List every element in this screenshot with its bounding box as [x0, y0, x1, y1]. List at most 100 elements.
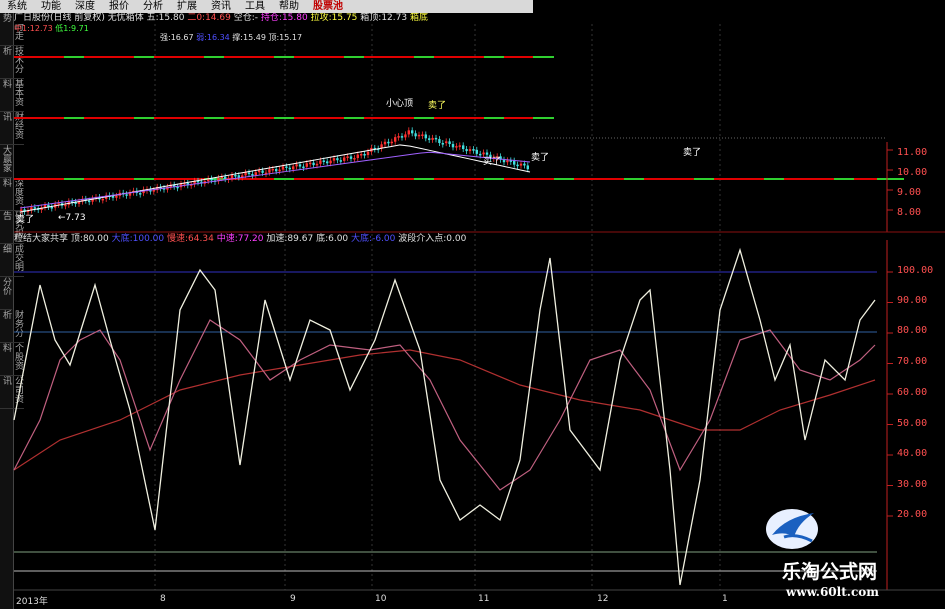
candle-body — [394, 137, 397, 142]
annotation-low-price: ←7.73 — [58, 213, 86, 223]
candle-body — [332, 158, 336, 161]
candle-body — [329, 160, 332, 164]
price-tick-10: 10.00 — [897, 167, 928, 178]
candle-body — [101, 198, 104, 201]
candle-body — [421, 134, 424, 136]
candle-body — [346, 156, 349, 158]
ind-label-3: 慢速: — [167, 234, 189, 244]
candle-body — [285, 166, 288, 168]
candle-body — [115, 195, 118, 198]
weak-label: 弱: — [196, 33, 207, 42]
indicator-name: 粒结大家共享 — [14, 234, 69, 244]
box-top-label: 箱顶: — [360, 13, 382, 23]
candle-body — [230, 174, 234, 179]
stock-info-row-3: 强:16.67 弱:16.34 撑:15.49 顶:15.17 — [160, 33, 302, 42]
ind-value-4: 77.20 — [237, 234, 264, 244]
time-tick-11: 11 — [478, 594, 490, 604]
candle-body — [237, 175, 240, 178]
kong-label: 空仓: — [233, 13, 255, 23]
low-label: 低1: — [55, 24, 72, 33]
candle-body — [411, 130, 414, 134]
annotation-sell-1: 卖了 — [428, 101, 447, 111]
ind-value-3: 64.34 — [188, 234, 214, 244]
watermark: 乐淘公式网 www.60lt.com — [760, 505, 945, 609]
candle-body — [360, 154, 363, 156]
candle-body — [363, 154, 366, 156]
kong-value: - — [254, 13, 259, 23]
candle-body — [526, 165, 529, 170]
candle-body — [441, 143, 444, 145]
strong-value: 16.67 — [170, 33, 194, 42]
ind-value-1: 80.00 — [82, 234, 109, 244]
time-tick-9: 9 — [290, 594, 296, 604]
weak-value: 16.34 — [206, 33, 230, 42]
hold-value: 15.80 — [281, 13, 308, 23]
candle-body — [20, 209, 23, 211]
candle-body — [336, 158, 339, 161]
candle-body — [468, 149, 472, 152]
stock-info-row: 广日股份(日线 前复权) 无忧箱体 五:15.80 二0:14.69 空仓:- … — [14, 13, 534, 24]
candle-body — [343, 157, 346, 161]
candle-body — [424, 134, 427, 139]
candle-body — [387, 141, 390, 144]
top-label: 顶: — [268, 33, 280, 42]
candle-body — [451, 144, 455, 148]
annotation-sell-2: 卖了 — [531, 153, 550, 163]
price-tick-11: 11.00 — [897, 147, 928, 158]
candle-body — [407, 130, 410, 135]
strong-label: 强: — [160, 33, 171, 42]
candle-body — [458, 145, 461, 147]
top-value: 15.17 — [279, 33, 303, 42]
candle-body — [305, 163, 308, 167]
support-label: 撑: — [232, 33, 244, 42]
annotation-buy-low: 卖了 — [16, 215, 35, 225]
candle-body — [254, 172, 257, 176]
candle-body — [326, 161, 329, 164]
candle-body — [513, 160, 516, 165]
candle-body — [502, 159, 506, 163]
candle-body — [397, 136, 400, 138]
candle-body — [139, 193, 142, 195]
candle-body — [390, 141, 393, 144]
mid-label: 中1: — [14, 24, 30, 33]
price-tick-9: 9.00 — [897, 187, 922, 198]
box-top-value: 12.73 — [381, 13, 408, 23]
ind-value-2: 100.00 — [132, 234, 165, 244]
candle-body — [339, 160, 342, 162]
candle-body — [224, 176, 227, 180]
ind-line-fast — [13, 247, 876, 586]
candle-body — [315, 163, 319, 166]
candle-body — [519, 163, 523, 166]
candle-body — [414, 133, 417, 137]
annotation-careful-top: 小心顶 — [386, 99, 414, 109]
candle-body — [448, 141, 451, 145]
stock-info-row-2: 中1:12.73 低1:9.71 — [14, 24, 534, 33]
candle-body — [479, 153, 482, 156]
candle-body — [417, 134, 421, 137]
candle-body — [366, 151, 370, 156]
ind-label-1: 顶: — [70, 234, 83, 244]
candle-body — [455, 146, 458, 148]
ind-label-6: 底: — [316, 234, 329, 244]
candle-body — [349, 156, 353, 159]
ind-tick-40: 40.00 — [897, 448, 928, 459]
ind-label-5: 加速: — [266, 234, 288, 244]
candle-body — [88, 200, 91, 203]
ind-label-4: 中速: — [216, 234, 238, 244]
time-tick-2013: 2013年 — [16, 597, 48, 607]
pull-label: 拉攻: — [310, 13, 332, 23]
candle-body — [465, 149, 468, 152]
ind-value-7: -6.00 — [372, 234, 396, 244]
candle-body — [312, 162, 315, 166]
candle-body — [404, 134, 407, 138]
candle-body — [353, 158, 356, 160]
candle-body — [271, 168, 274, 171]
ind-value-6: 6.00 — [328, 234, 349, 244]
hold-label: 持仓: — [260, 13, 282, 23]
box-bottom-label: 箱底 — [409, 13, 428, 23]
candle-body — [125, 194, 128, 196]
watermark-url: www.60lt.com — [786, 585, 879, 599]
candle-body — [288, 167, 291, 170]
candle-body — [472, 149, 475, 151]
ind-tick-30: 30.00 — [897, 479, 928, 490]
